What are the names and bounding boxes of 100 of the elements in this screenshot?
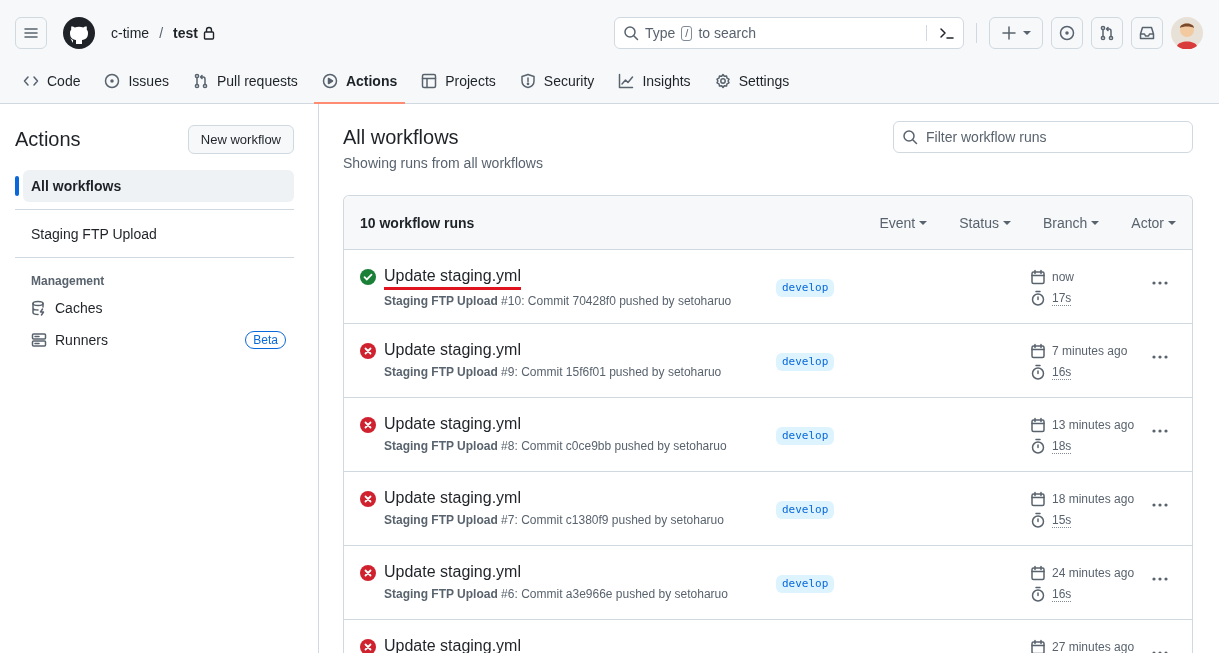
nav-tab[interactable]: Insights — [610, 60, 699, 104]
sidebar-title: Actions — [15, 128, 81, 151]
run-title-link[interactable]: Update staging.yml — [384, 563, 521, 583]
caret-icon — [919, 220, 928, 225]
inbox-icon — [1139, 25, 1155, 41]
run-title-link[interactable]: Update staging.yml — [384, 415, 521, 435]
calendar-icon — [1030, 269, 1046, 285]
run-duration: 17s — [1052, 290, 1072, 306]
play-icon — [321, 73, 338, 89]
calendar-icon — [1030, 639, 1046, 653]
stopwatch-icon — [1030, 438, 1046, 454]
selection-indicator — [15, 176, 19, 196]
run-title-link[interactable]: Update staging.yml — [384, 489, 521, 509]
management-item[interactable]: Caches — [15, 292, 294, 324]
circle-dot-icon — [1059, 25, 1075, 41]
caret-icon — [1023, 31, 1031, 35]
stopwatch-icon — [1030, 364, 1046, 380]
terminal-icon — [939, 25, 955, 41]
run-details: Staging FTP Upload #10: Commit 70428f0 pushed by setoharuo — [384, 294, 733, 308]
stopwatch-icon — [1030, 290, 1046, 306]
octocat-logo[interactable] — [63, 17, 95, 49]
filter-dropdown[interactable]: Branch — [1042, 214, 1100, 231]
run-time: 18 minutes ago — [1052, 492, 1135, 506]
run-time: 13 minutes ago — [1052, 418, 1135, 432]
pull-request-icon — [1099, 25, 1115, 41]
calendar-icon — [1030, 417, 1046, 433]
nav-tab[interactable]: Projects — [413, 60, 504, 104]
search-icon — [902, 129, 918, 145]
owner-link[interactable]: c-time — [111, 25, 150, 41]
code-icon — [23, 73, 39, 89]
more-options-icon[interactable] — [1152, 503, 1168, 507]
shield-icon — [519, 73, 536, 89]
nav-tab[interactable]: Issues — [96, 60, 177, 104]
line-graph-icon — [618, 73, 635, 89]
caret-icon — [1168, 220, 1176, 225]
run-details: Staging FTP Upload #9: Commit 15f6f01 pushed by setoharuo — [384, 365, 723, 379]
run-time: 27 minutes ago — [1052, 640, 1135, 653]
search-field[interactable]: Type / to search — [614, 17, 964, 49]
run-details: Staging FTP Upload #7: Commit c1380f9 pushed by setoharuo — [384, 513, 725, 527]
filter-dropdown[interactable]: Actor — [1131, 214, 1176, 231]
pull-request-icon — [192, 73, 209, 89]
lock-icon — [202, 26, 215, 40]
runs-count: 10 workflow runs — [360, 214, 475, 231]
run-duration: 16s — [1052, 586, 1072, 602]
nav-tab[interactable]: Settings — [706, 60, 798, 104]
menu-icon — [23, 25, 39, 41]
calendar-icon — [1030, 491, 1046, 507]
nav-tab[interactable]: Actions — [313, 60, 406, 104]
settings-icon — [714, 73, 731, 89]
caret-icon — [1091, 220, 1100, 225]
run-title-link[interactable]: Update staging.yml — [384, 267, 521, 290]
run-details: Staging FTP Upload #6: Commit a3e966e pushed by setoharuo — [384, 587, 729, 601]
more-options-icon[interactable] — [1152, 429, 1168, 433]
nav-tab[interactable]: Pull requests — [184, 60, 306, 104]
menu-button[interactable] — [15, 17, 47, 49]
avatar[interactable] — [1171, 17, 1203, 49]
more-options-icon[interactable] — [1152, 281, 1168, 285]
branch-label[interactable]: develop — [776, 427, 835, 445]
more-options-icon[interactable] — [1152, 355, 1168, 359]
run-duration: 15s — [1052, 512, 1072, 528]
pull-requests-button[interactable] — [1091, 17, 1123, 49]
server-icon — [31, 332, 47, 348]
create-button[interactable] — [989, 17, 1043, 49]
caret-icon — [1002, 220, 1011, 225]
run-duration: 18s — [1052, 438, 1072, 454]
run-details: Staging FTP Upload #8: Commit c0ce9bb pushed by setoharuo — [384, 439, 728, 453]
page-subtitle: Showing runs from all workflows — [343, 155, 543, 171]
branch-label[interactable]: develop — [776, 575, 835, 593]
circle-dot-icon — [104, 73, 121, 89]
filter-dropdown[interactable]: Status — [959, 214, 1011, 231]
stopwatch-icon — [1030, 586, 1046, 602]
workflow-item[interactable]: Staging FTP Upload — [23, 218, 294, 250]
inbox-button[interactable] — [1131, 17, 1163, 49]
table-icon — [421, 73, 438, 89]
run-duration: 16s — [1052, 364, 1072, 380]
run-title-link[interactable]: Update staging.yml — [384, 341, 521, 361]
calendar-icon — [1030, 343, 1046, 359]
repo-link[interactable]: test — [173, 25, 198, 41]
breadcrumb-separator: / — [159, 25, 163, 41]
more-options-icon[interactable] — [1152, 577, 1168, 581]
workflow-item[interactable]: All workflows — [23, 170, 294, 202]
run-time: 24 minutes ago — [1052, 566, 1135, 580]
plus-icon — [1001, 25, 1017, 41]
search-icon — [623, 25, 639, 41]
run-time: now — [1052, 270, 1074, 284]
branch-label[interactable]: develop — [776, 279, 835, 297]
management-item[interactable]: Runners Beta — [15, 324, 294, 356]
section-heading: Management — [31, 274, 106, 288]
nav-tab[interactable]: Code — [15, 60, 89, 104]
run-time: 7 minutes ago — [1052, 344, 1128, 358]
stopwatch-icon — [1030, 512, 1046, 528]
branch-label[interactable]: develop — [776, 353, 835, 371]
filter-dropdown[interactable]: Event — [879, 214, 928, 231]
new-workflow-button[interactable]: New workflow — [187, 125, 294, 154]
page-title: All workflows — [343, 126, 460, 149]
calendar-icon — [1030, 565, 1046, 581]
issues-button[interactable] — [1051, 17, 1083, 49]
nav-tab[interactable]: Security — [511, 60, 603, 104]
branch-label[interactable]: develop — [776, 501, 835, 519]
filter-field[interactable]: Filter workflow runs — [893, 121, 1193, 153]
